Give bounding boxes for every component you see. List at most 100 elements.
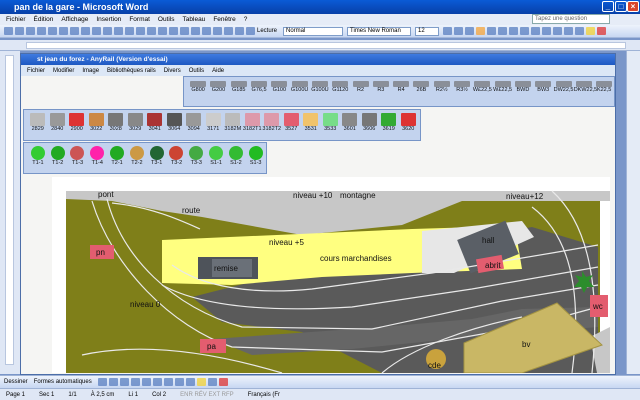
tree-item[interactable]: T2-2 — [127, 146, 147, 166]
tree-item[interactable]: T1-4 — [87, 146, 107, 166]
layout-canvas[interactable]: pont route niveau +10 montagne niveau+12… — [52, 177, 610, 373]
numbering-icon[interactable] — [531, 27, 541, 35]
highlight-icon[interactable] — [586, 27, 596, 35]
excel-icon[interactable] — [202, 27, 211, 35]
building-item[interactable]: 3028 — [106, 113, 126, 132]
tree-item[interactable]: T1-1 — [28, 146, 48, 166]
building-item[interactable]: 3182M — [223, 113, 243, 132]
close-button[interactable]: × — [627, 1, 639, 12]
decrease-indent-icon[interactable] — [553, 27, 563, 35]
underline-icon[interactable] — [465, 27, 475, 35]
track-item[interactable]: DW22,5 — [553, 81, 573, 93]
tree-item[interactable]: T3-2 — [167, 146, 187, 166]
tree-item[interactable]: S1-1 — [206, 146, 226, 166]
size-select[interactable]: 12 — [415, 26, 440, 36]
undo-icon[interactable] — [147, 27, 156, 35]
cut-icon[interactable] — [103, 27, 112, 35]
track-item[interactable]: R3 — [371, 81, 391, 93]
building-item[interactable]: 2900 — [67, 113, 87, 132]
track-item[interactable]: G200 — [208, 81, 228, 93]
building-item[interactable]: 3094 — [184, 113, 204, 132]
ar-menu-outils[interactable]: Outils — [189, 68, 204, 74]
menu-fenetre[interactable]: Fenêtre — [213, 16, 235, 23]
ar-menu-bibliotheques[interactable]: Bibliothèques rails — [107, 68, 156, 74]
textbox-icon[interactable] — [141, 378, 151, 386]
track-item[interactable]: G800 — [188, 81, 208, 93]
track-item[interactable]: R4 — [391, 81, 411, 93]
menu-tableau[interactable]: Tableau — [183, 16, 206, 23]
building-item[interactable]: 3601 — [340, 113, 360, 132]
building-item[interactable]: 3531 — [301, 113, 321, 132]
bold-icon[interactable] — [443, 27, 453, 35]
rectangle-icon[interactable] — [119, 378, 129, 386]
align-right-icon[interactable] — [498, 27, 508, 35]
spelling-icon[interactable] — [81, 27, 90, 35]
drawing-icon[interactable] — [224, 27, 233, 35]
ar-menu-aide[interactable]: Aide — [212, 68, 224, 74]
tree-item[interactable]: T2-1 — [107, 146, 127, 166]
ar-menu-image[interactable]: Image — [82, 68, 99, 74]
building-item[interactable]: 3182T2 — [262, 113, 282, 132]
help-search-input[interactable]: Tapez une question — [532, 14, 610, 24]
increase-indent-icon[interactable] — [564, 27, 574, 35]
tree-item[interactable]: S1-2 — [226, 146, 246, 166]
building-item[interactable]: 3182T1 — [243, 113, 263, 132]
reading-button[interactable]: Lecture — [257, 28, 277, 34]
save-icon[interactable] — [26, 27, 35, 35]
show-hide-icon[interactable] — [246, 27, 255, 35]
print-preview-icon[interactable] — [70, 27, 79, 35]
menu-fichier[interactable]: Fichier — [6, 16, 26, 23]
building-item[interactable]: 3029 — [126, 113, 146, 132]
track-item[interactable]: BW3 — [533, 81, 553, 93]
track-item[interactable]: K22,5 — [594, 81, 614, 93]
style-select[interactable]: Normal — [283, 26, 344, 36]
maximize-button[interactable]: □ — [615, 1, 627, 12]
bullets-icon[interactable] — [542, 27, 552, 35]
permission-icon[interactable] — [37, 27, 46, 35]
track-item[interactable]: 26B — [411, 81, 431, 93]
columns-icon[interactable] — [213, 27, 222, 35]
tree-item[interactable]: T1-2 — [48, 146, 68, 166]
tree-item[interactable]: T3-1 — [147, 146, 167, 166]
tree-item[interactable]: T3-3 — [186, 146, 206, 166]
building-item[interactable]: 3533 — [321, 113, 341, 132]
track-item[interactable]: R2½ — [432, 81, 452, 93]
track-item[interactable]: W£22,5 — [493, 81, 513, 93]
open-icon[interactable] — [15, 27, 24, 35]
email-icon[interactable] — [48, 27, 57, 35]
text-color-icon[interactable] — [218, 378, 228, 386]
menu-affichage[interactable]: Affichage — [61, 16, 88, 23]
redo-icon[interactable] — [158, 27, 167, 35]
justify-icon[interactable] — [509, 27, 519, 35]
building-item[interactable]: 3022 — [87, 113, 107, 132]
menu-insertion[interactable]: Insertion — [96, 16, 121, 23]
arrow-icon[interactable] — [108, 378, 118, 386]
track-item[interactable]: BWD — [513, 81, 533, 93]
track-item[interactable]: W£22,5 — [472, 81, 492, 93]
format-painter-icon[interactable] — [136, 27, 145, 35]
ar-menu-fichier[interactable]: Fichier — [27, 68, 45, 74]
ar-menu-divers[interactable]: Divers — [164, 68, 181, 74]
border-icon[interactable] — [575, 27, 585, 35]
minimize-button[interactable]: _ — [602, 1, 614, 12]
hyperlink-icon[interactable] — [169, 27, 178, 35]
track-item[interactable]: G1120 — [330, 81, 350, 93]
building-item[interactable]: 3620 — [399, 113, 419, 132]
tree-item[interactable]: S1-3 — [246, 146, 266, 166]
track-item[interactable]: G100U — [290, 81, 310, 93]
diagram-icon[interactable] — [163, 378, 173, 386]
paste-icon[interactable] — [125, 27, 134, 35]
ar-menu-modifier[interactable]: Modifier — [53, 68, 74, 74]
align-center-icon[interactable] — [487, 27, 497, 35]
track-item[interactable]: G100 — [269, 81, 289, 93]
line-color-icon[interactable] — [207, 378, 217, 386]
tables-icon[interactable] — [180, 27, 189, 35]
autoshapes-menu[interactable]: Formes automatiques — [34, 379, 92, 385]
italic-icon[interactable] — [454, 27, 464, 35]
font-select[interactable]: Times New Roman — [347, 26, 412, 36]
track-item[interactable]: DKW22,5 — [574, 81, 597, 93]
fill-color-icon[interactable] — [196, 378, 206, 386]
track-item[interactable]: R2 — [350, 81, 370, 93]
document-map-icon[interactable] — [235, 27, 244, 35]
align-left-icon[interactable] — [476, 27, 486, 35]
